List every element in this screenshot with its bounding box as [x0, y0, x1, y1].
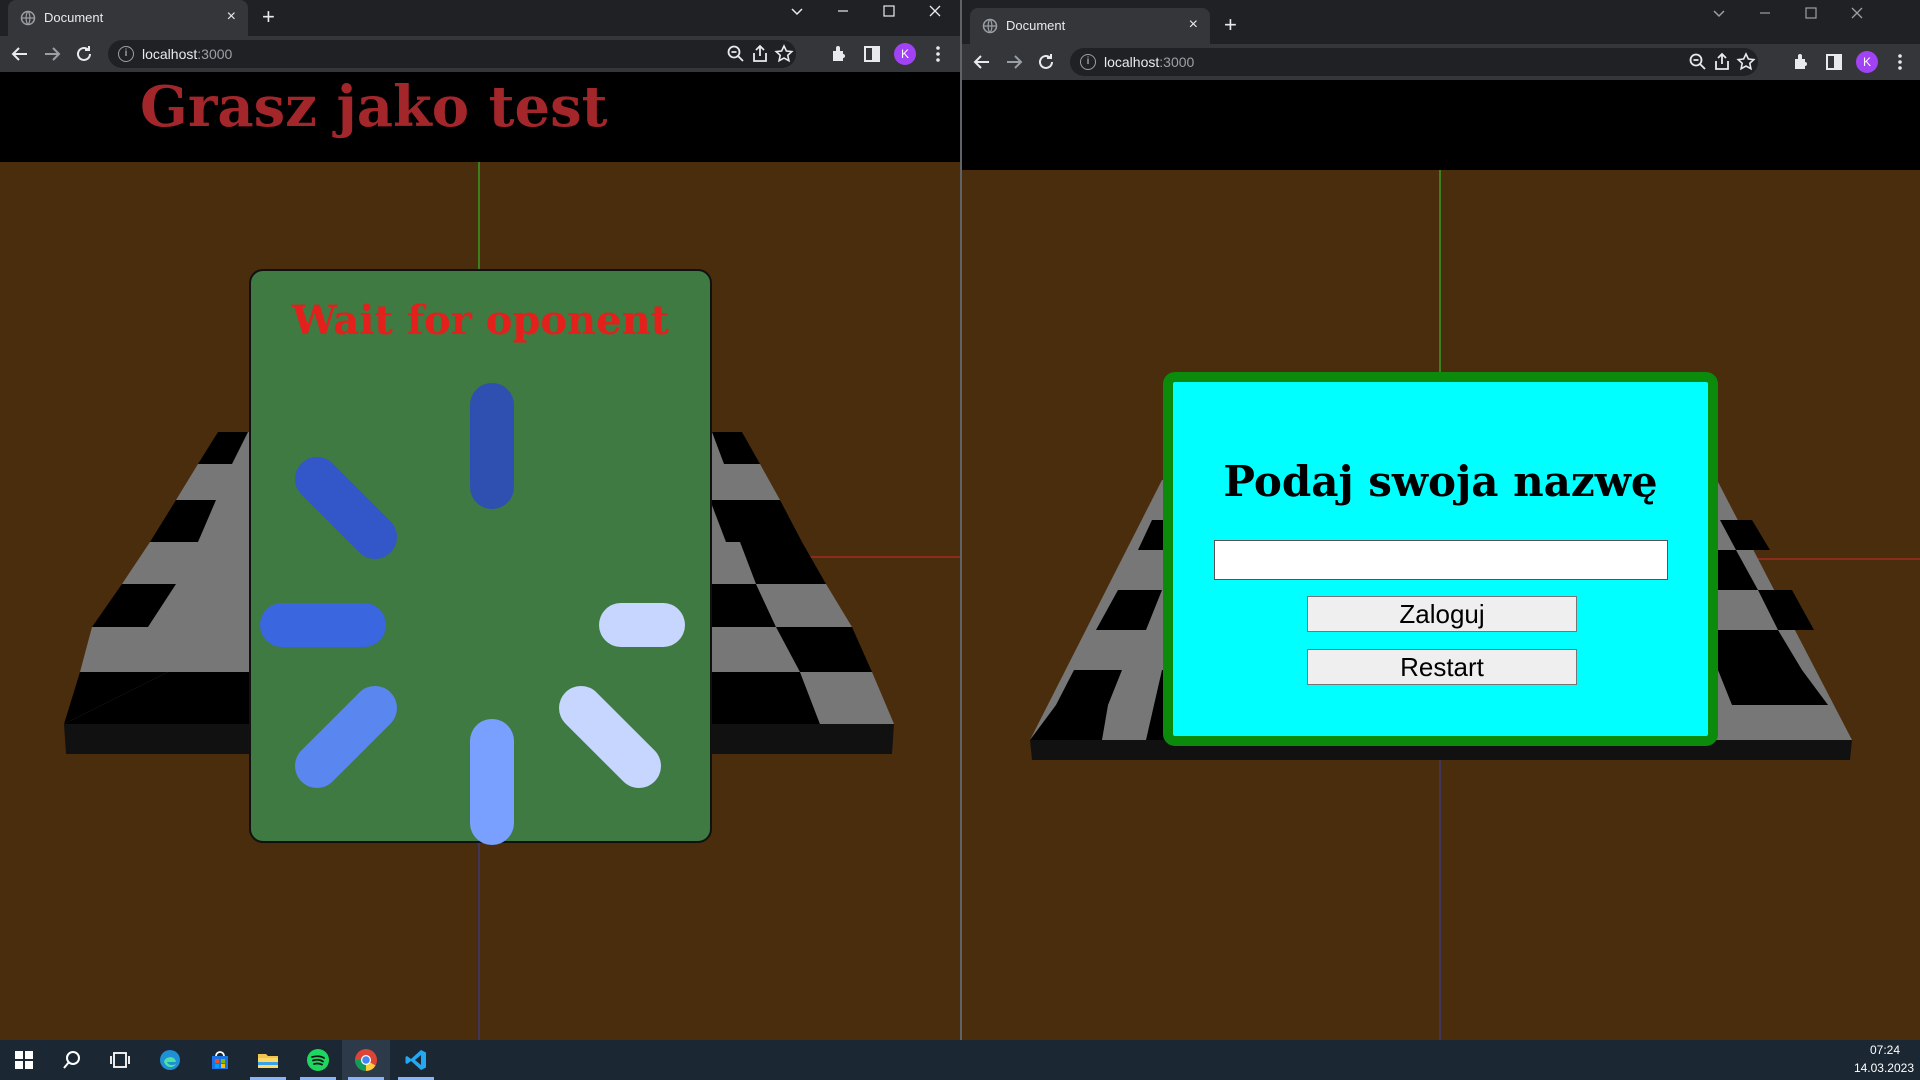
name-input[interactable]: [1214, 540, 1668, 580]
wait-panel: Wait for oponent: [249, 269, 712, 845]
desktop: Document × + i localhost:3000 K Grasz ja…: [0, 0, 1920, 1080]
tab-search-icon[interactable]: [1696, 2, 1742, 30]
browser-window-right: Document × + i localhost:3000 K Podaj sw…: [960, 0, 1920, 1040]
store-button[interactable]: [196, 1040, 244, 1080]
profile-avatar[interactable]: K: [894, 43, 916, 65]
player-title: Grasz jako test: [140, 74, 608, 140]
vscode-icon: [405, 1050, 426, 1070]
vscode-button[interactable]: [392, 1040, 440, 1080]
tab-search-icon[interactable]: [774, 0, 820, 28]
maximize-icon[interactable]: [1788, 2, 1834, 30]
login-panel: Podaj swoja nazwę Zaloguj Restart: [1163, 372, 1718, 746]
url-port: :3000: [197, 46, 233, 62]
page-header: [962, 80, 1920, 170]
spotify-button[interactable]: [294, 1040, 342, 1080]
url-text: localhost:3000: [1104, 54, 1194, 70]
extensions-icon[interactable]: [1790, 50, 1814, 74]
browser-tab[interactable]: Document ×: [8, 0, 248, 36]
new-tab-button[interactable]: +: [1224, 13, 1237, 37]
bookmark-star-icon[interactable]: [1734, 50, 1758, 74]
browser-window-left: Document × + i localhost:3000 K Grasz ja…: [0, 0, 960, 1040]
zoom-icon[interactable]: [1686, 50, 1710, 74]
start-icon: [15, 1051, 33, 1069]
minimize-icon[interactable]: [820, 0, 866, 28]
page-header: Grasz jako test: [0, 72, 960, 162]
site-info-icon[interactable]: i: [1080, 54, 1096, 70]
chrome-button[interactable]: [342, 1040, 390, 1080]
site-info-icon[interactable]: i: [118, 46, 134, 62]
file-explorer-button[interactable]: [244, 1040, 292, 1080]
store-icon: [212, 1051, 228, 1069]
back-icon[interactable]: [8, 42, 32, 66]
browser-tab[interactable]: Document ×: [970, 8, 1210, 44]
address-bar[interactable]: i localhost:3000: [1070, 48, 1758, 76]
tab-title: Document: [44, 10, 104, 25]
maximize-icon[interactable]: [866, 0, 912, 28]
login-title: Podaj swoja nazwę: [1223, 457, 1658, 506]
spotify-icon: [307, 1049, 329, 1071]
search-icon: [63, 1051, 80, 1069]
globe-icon: [20, 10, 36, 26]
menu-dots-icon[interactable]: [926, 42, 950, 66]
profile-avatar[interactable]: K: [1856, 51, 1878, 73]
close-window-icon[interactable]: [912, 0, 958, 28]
share-icon[interactable]: [1710, 50, 1734, 74]
extensions-icon[interactable]: [828, 42, 852, 66]
tab-strip: Document × +: [0, 0, 960, 36]
new-tab-button[interactable]: +: [262, 5, 275, 29]
chrome-icon: [355, 1049, 377, 1071]
tab-close-icon[interactable]: ×: [1189, 15, 1198, 35]
bookmark-star-icon[interactable]: [772, 42, 796, 66]
tab-strip: Document × +: [962, 7, 1920, 44]
spinner-bar: [549, 676, 671, 798]
back-icon[interactable]: [970, 50, 994, 74]
share-icon[interactable]: [748, 42, 772, 66]
forward-icon[interactable]: [1002, 50, 1026, 74]
minimize-icon[interactable]: [1742, 2, 1788, 30]
spinner-bar: [599, 603, 685, 647]
spinner-bar: [470, 383, 514, 509]
url-text: localhost:3000: [142, 46, 232, 62]
menu-dots-icon[interactable]: [1888, 50, 1912, 74]
side-panel-icon[interactable]: [1822, 50, 1846, 74]
address-bar[interactable]: i localhost:3000: [108, 40, 796, 68]
url-host: localhost: [1104, 54, 1160, 70]
page-viewport: Grasz jako test Wait for oponent: [0, 72, 960, 1040]
spinner-bar: [470, 719, 514, 845]
wait-title: Wait for oponent: [291, 297, 670, 344]
globe-icon: [982, 18, 998, 34]
tab-title: Document: [1006, 18, 1066, 33]
zoom-icon[interactable]: [724, 42, 748, 66]
task-view-icon: [110, 1052, 130, 1068]
start-button[interactable]: [0, 1040, 48, 1080]
login-button[interactable]: Zaloguj: [1307, 596, 1577, 632]
task-view-button[interactable]: [96, 1040, 144, 1080]
spinner-bar: [260, 603, 386, 647]
url-host: localhost: [142, 46, 198, 62]
edge-icon: [160, 1050, 180, 1070]
page-viewport: Podaj swoja nazwę Zaloguj Restart: [962, 80, 1920, 1040]
browser-toolbar: i localhost:3000 K: [0, 36, 960, 72]
edge-button[interactable]: [146, 1040, 194, 1080]
reload-icon[interactable]: [1034, 50, 1058, 74]
spinner-bar: [285, 676, 407, 798]
forward-icon[interactable]: [40, 42, 64, 66]
taskbar: 07:24 14.03.2023: [0, 1040, 1920, 1080]
search-button[interactable]: [48, 1040, 96, 1080]
restart-button[interactable]: Restart: [1307, 649, 1577, 685]
browser-toolbar: i localhost:3000 K: [962, 44, 1920, 80]
clock-time[interactable]: 07:24: [1870, 1043, 1900, 1057]
close-window-icon[interactable]: [1834, 2, 1880, 30]
url-port: :3000: [1159, 54, 1195, 70]
side-panel-icon[interactable]: [860, 42, 884, 66]
file-explorer-icon: [258, 1054, 278, 1068]
spinner-bar: [285, 447, 407, 569]
reload-icon[interactable]: [72, 42, 96, 66]
clock-date[interactable]: 14.03.2023: [1854, 1061, 1914, 1075]
tab-close-icon[interactable]: ×: [227, 7, 236, 27]
